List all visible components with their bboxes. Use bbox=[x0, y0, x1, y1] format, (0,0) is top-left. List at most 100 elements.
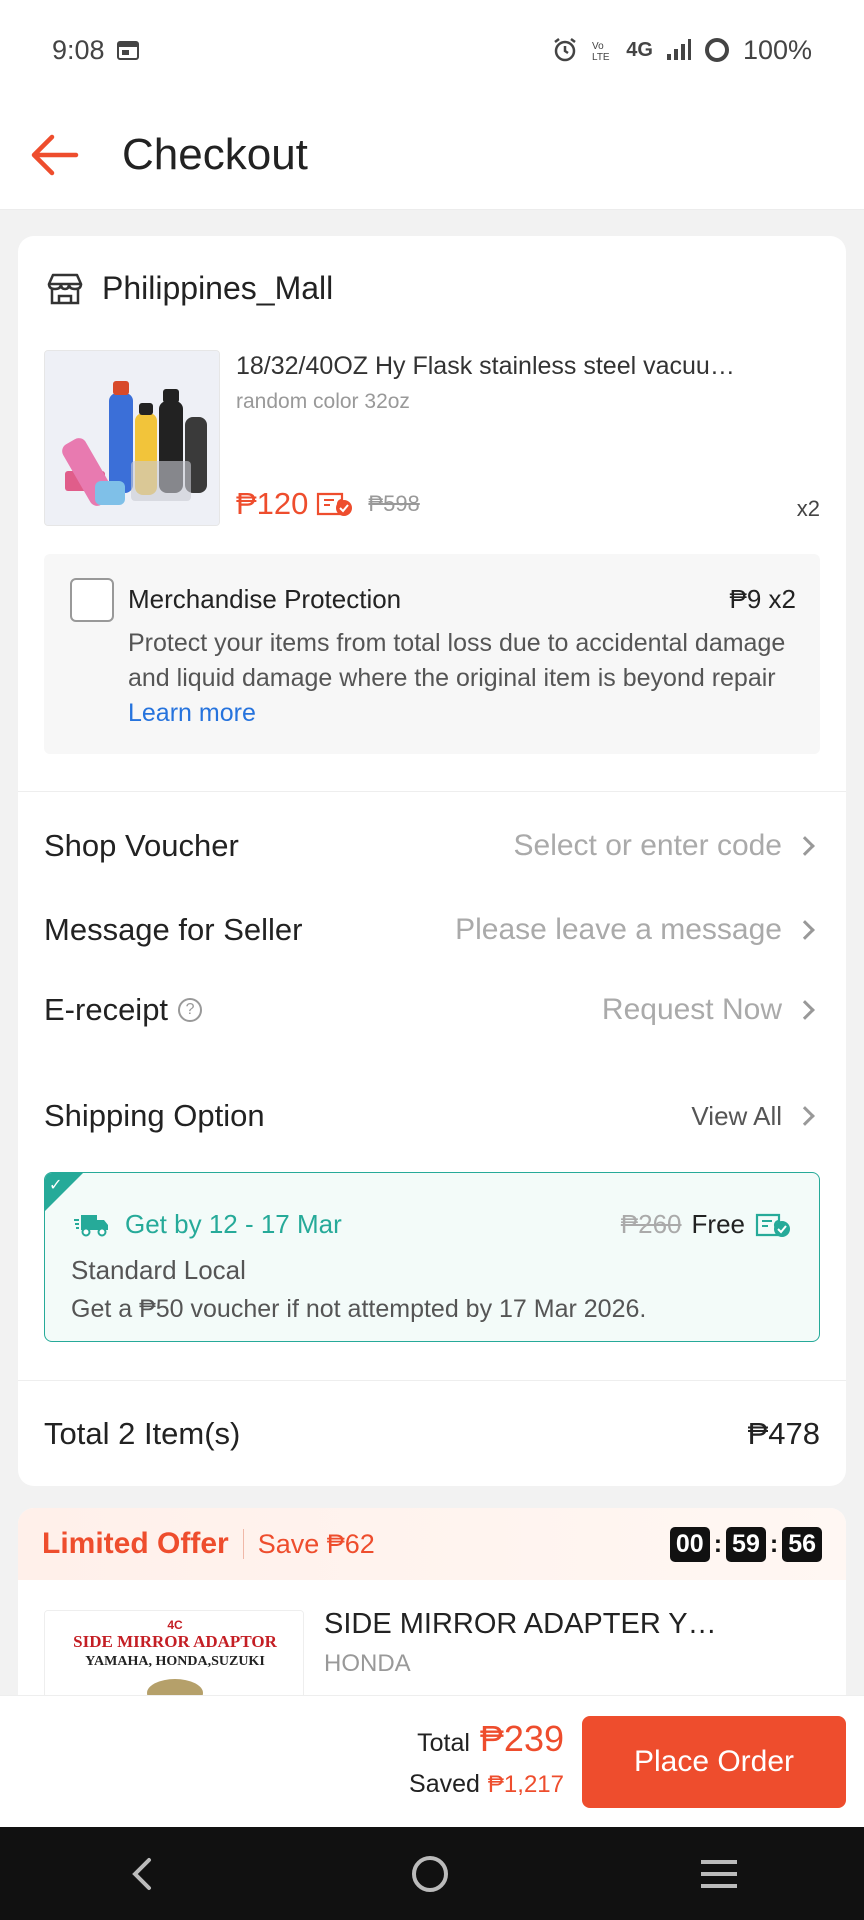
status-time-group: 9:08 bbox=[52, 35, 139, 66]
shipping-original-fee: ₱260 bbox=[620, 1209, 682, 1239]
protection-price: ₱9 x2 bbox=[729, 584, 797, 614]
page-title: Checkout bbox=[122, 129, 308, 179]
ereceipt-label: E-receipt bbox=[44, 992, 169, 1027]
ereceipt-row[interactable]: E-receipt? Request Now bbox=[44, 992, 820, 1028]
offer-image-text-2: YAMAHA, HONDA,SUZUKI bbox=[85, 1654, 265, 1669]
learn-more-link[interactable]: Learn more bbox=[128, 699, 256, 727]
shop-voucher-row[interactable]: Shop Voucher Select or enter code bbox=[44, 828, 820, 864]
offer-separator bbox=[242, 1529, 244, 1559]
bottom-saved: Saved ₱1,217 bbox=[409, 1770, 564, 1799]
mirror-adapter-image: 4C SIDE MIRROR ADAPTOR YAMAHA, HONDA,SUZ… bbox=[45, 1611, 303, 1698]
signal-icon bbox=[666, 39, 691, 60]
ereceipt-action: Request Now bbox=[602, 993, 820, 1027]
product-original-price: ₱598 bbox=[368, 491, 420, 516]
status-icons: Vo LTE 4G 100% bbox=[552, 35, 812, 66]
shop-voucher-placeholder: Select or enter code bbox=[513, 829, 783, 862]
shipping-fee: ₱260 Free bbox=[621, 1209, 791, 1240]
calendar-icon bbox=[116, 41, 139, 60]
bottom-saved-amount: ₱1,217 bbox=[487, 1771, 564, 1798]
nav-back-icon[interactable] bbox=[123, 1854, 163, 1894]
offer-image-text-1: SIDE MIRROR ADAPTOR bbox=[73, 1632, 277, 1651]
shop-voucher-label: Shop Voucher bbox=[44, 828, 239, 863]
arrow-left-icon bbox=[31, 134, 79, 175]
ereceipt-request: Request Now bbox=[601, 993, 782, 1026]
voucher-applied-icon bbox=[317, 492, 353, 516]
chevron-right-icon bbox=[795, 920, 815, 940]
timer-colon: : bbox=[713, 1529, 723, 1558]
bottom-total: Total ₱239 bbox=[417, 1718, 564, 1760]
shipping-option-card[interactable]: ✓ Get by 12 - 17 Mar ₱260 Free Standard … bbox=[44, 1172, 820, 1342]
protection-description-text: Protect your items from total loss due t… bbox=[128, 629, 786, 692]
timer-hours: 00 bbox=[669, 1526, 710, 1562]
network-type: 4G bbox=[626, 38, 653, 61]
svg-text:LTE: LTE bbox=[592, 52, 610, 62]
offer-product-brand: HONDA bbox=[324, 1650, 411, 1677]
protection-checkbox[interactable] bbox=[70, 578, 114, 622]
page-header: Checkout bbox=[0, 100, 864, 210]
shipping-type: Standard Local bbox=[71, 1255, 246, 1285]
shop-order-card: Philippines_Mall 18/32/40OZ Hy Flask sta… bbox=[18, 236, 846, 1486]
limited-offer-save: Save ₱62 bbox=[257, 1528, 375, 1559]
store-icon bbox=[47, 273, 83, 304]
offer-product-image[interactable]: 4C SIDE MIRROR ADAPTOR YAMAHA, HONDA,SUZ… bbox=[44, 1610, 304, 1698]
protection-title: Merchandise Protection bbox=[128, 584, 402, 614]
view-all-label: View All bbox=[691, 1100, 782, 1131]
shipping-eta-text: Get by 12 - 17 Mar bbox=[125, 1209, 342, 1239]
status-bar: 9:08 Vo LTE 4G 100% bbox=[0, 0, 864, 100]
shipping-option-row[interactable]: Shipping Option View All bbox=[44, 1098, 820, 1134]
product-variant: random color 32oz bbox=[236, 390, 410, 413]
bottom-total-amount: ₱239 bbox=[479, 1718, 564, 1759]
nav-home-icon[interactable] bbox=[408, 1852, 452, 1896]
shipping-eta: Get by 12 - 17 Mar bbox=[73, 1209, 342, 1240]
message-seller-label: Message for Seller bbox=[44, 912, 303, 947]
checkout-bottom-bar: Total ₱239 Saved ₱1,217 Place Order bbox=[0, 1695, 864, 1827]
protection-description: Protect your items from total loss due t… bbox=[128, 626, 808, 731]
shipping-fee-value: Free bbox=[691, 1209, 745, 1239]
battery-icon bbox=[704, 38, 729, 62]
product-image[interactable] bbox=[44, 350, 220, 526]
product-price-group: ₱120 ₱598 bbox=[236, 486, 420, 522]
product-title[interactable]: 18/32/40OZ Hy Flask stainless steel vacu… bbox=[236, 352, 816, 381]
shipping-voucher-icon bbox=[755, 1213, 790, 1237]
countdown-timer: 00 : 59 : 56 bbox=[669, 1526, 822, 1562]
svg-text:4C: 4C bbox=[167, 1618, 183, 1632]
shop-header: Philippines_Mall bbox=[46, 270, 333, 307]
timer-colon: : bbox=[769, 1529, 779, 1558]
shipping-option-label: Shipping Option bbox=[44, 1098, 265, 1133]
shop-voucher-action: Select or enter code bbox=[514, 829, 821, 863]
offer-product-name[interactable]: SIDE MIRROR ADAPTER Y… bbox=[324, 1608, 824, 1641]
place-order-button[interactable]: Place Order bbox=[582, 1716, 846, 1808]
divider bbox=[18, 791, 846, 792]
product-quantity: x2 bbox=[796, 496, 820, 521]
check-icon: ✓ bbox=[49, 1177, 63, 1194]
volte-icon: VoLTE bbox=[592, 41, 610, 62]
help-icon[interactable]: ? bbox=[178, 998, 203, 1022]
chevron-right-icon bbox=[795, 1106, 815, 1126]
chevron-right-icon bbox=[795, 1000, 815, 1020]
alarm-icon bbox=[554, 38, 576, 62]
system-nav-bar bbox=[0, 1827, 864, 1920]
message-seller-placeholder: Please leave a message bbox=[455, 913, 782, 946]
flask-image bbox=[45, 351, 219, 525]
total-items-value: ₱478 bbox=[747, 1416, 820, 1451]
back-button[interactable] bbox=[0, 100, 108, 210]
bottom-total-label: Total bbox=[417, 1729, 470, 1757]
chevron-right-icon bbox=[795, 836, 815, 856]
svg-text:Vo: Vo bbox=[592, 41, 604, 52]
delivery-truck-icon bbox=[74, 1214, 108, 1236]
message-seller-action: Please leave a message bbox=[455, 913, 820, 947]
battery-level: 100% bbox=[742, 34, 812, 65]
order-total-row: Total 2 Item(s) ₱478 bbox=[44, 1416, 820, 1452]
nav-menu-icon[interactable] bbox=[697, 1854, 741, 1894]
limited-offer-title: Limited Offer bbox=[42, 1527, 229, 1560]
product-price: ₱120 bbox=[236, 486, 309, 521]
total-items-label: Total 2 Item(s) bbox=[44, 1416, 241, 1451]
merchandise-protection: Merchandise Protection ₱9 x2 Protect you… bbox=[44, 554, 820, 754]
shop-name: Philippines_Mall bbox=[102, 270, 334, 306]
timer-seconds: 56 bbox=[782, 1526, 822, 1562]
shipping-guarantee-note: Get a ₱50 voucher if not attempted by 17… bbox=[71, 1295, 647, 1323]
timer-minutes: 59 bbox=[726, 1526, 766, 1562]
message-seller-row[interactable]: Message for Seller Please leave a messag… bbox=[44, 912, 820, 948]
status-time: 9:08 bbox=[52, 34, 105, 65]
shipping-view-all[interactable]: View All bbox=[691, 1101, 820, 1132]
